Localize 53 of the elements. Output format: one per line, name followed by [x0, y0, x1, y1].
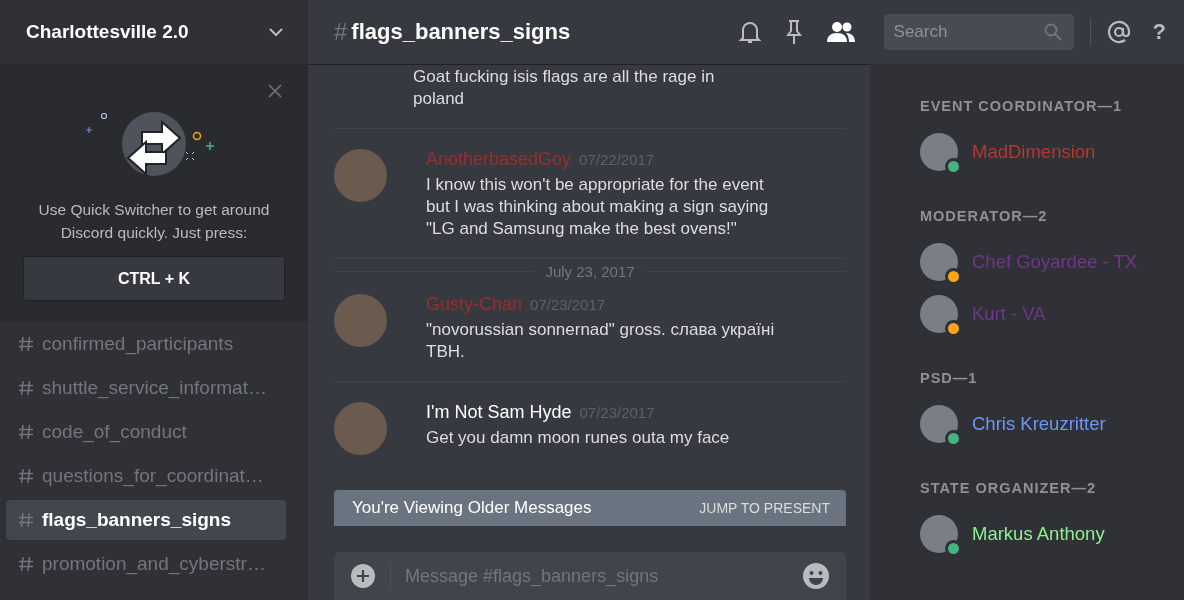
search-icon: [1043, 23, 1062, 41]
role-heading: STATE ORGANIZER—2: [920, 480, 1097, 496]
chevron-down-icon: [268, 27, 284, 37]
shortcut-button[interactable]: CTRL + K: [23, 256, 285, 301]
author-name[interactable]: I'm Not Sam Hyde: [426, 402, 572, 423]
date-divider: July 23, 2017: [545, 263, 635, 280]
older-messages-label: You're Viewing Older Messages: [352, 498, 592, 518]
channel-item[interactable]: promotion_and_cyberstr…: [6, 544, 286, 584]
help-button[interactable]: ?: [1152, 19, 1166, 45]
hash-icon: [18, 556, 34, 572]
hash-icon: [18, 512, 34, 528]
hash-icon: [18, 380, 34, 396]
role-heading: PSD—1: [920, 370, 979, 386]
channel-item[interactable]: questions_for_coordinat…: [6, 456, 286, 496]
channel-item[interactable]: shuttle_service_informat…: [6, 368, 286, 408]
emoji-icon[interactable]: [802, 562, 830, 590]
member-name[interactable]: MadDimension: [972, 141, 1096, 163]
avatar[interactable]: [920, 515, 958, 553]
avatar[interactable]: [920, 133, 958, 171]
channel-item[interactable]: code_of_conduct: [6, 412, 286, 452]
close-icon[interactable]: [268, 84, 282, 98]
member-name[interactable]: Chef Goyardee - TX: [972, 251, 1138, 273]
message-text: "novorussian sonnernad" gross. слава україні ТВН.: [426, 319, 776, 363]
search-field[interactable]: Search: [883, 14, 1074, 50]
server-name: Charlottesville 2.0: [26, 21, 189, 43]
message-text: Goat fucking isis flags are all the rage in poland: [413, 66, 716, 110]
member-name[interactable]: Markus Anthony: [972, 523, 1105, 545]
channel-item[interactable]: confirmed_participants: [6, 324, 286, 364]
channel-hash: #: [334, 18, 348, 46]
avatar[interactable]: [920, 243, 958, 281]
pin-icon[interactable]: [783, 19, 804, 45]
author-name[interactable]: AnotherbasedGoy: [426, 149, 572, 170]
member-name[interactable]: Kurt - VA: [972, 303, 1046, 325]
jump-to-present-link[interactable]: JUMP TO PRESENT: [699, 500, 830, 516]
bell-icon[interactable]: [737, 19, 762, 45]
avatar[interactable]: [920, 295, 958, 333]
channel-title: flags_banners_signs: [351, 19, 571, 45]
hash-icon: [18, 336, 34, 352]
role-heading: EVENT COORDINATOR—1: [920, 98, 1124, 114]
author-name[interactable]: Gusty-Chan: [426, 294, 523, 315]
avatar[interactable]: [920, 405, 958, 443]
channel-item[interactable]: flags_banners_signs: [6, 500, 286, 540]
members-icon[interactable]: [825, 21, 856, 43]
hash-icon: [18, 468, 34, 484]
hash-icon: [18, 424, 34, 440]
mention-icon[interactable]: [1106, 20, 1131, 44]
add-icon[interactable]: [350, 563, 376, 589]
search-input[interactable]: Search: [893, 22, 1044, 42]
role-heading: MODERATOR—2: [920, 208, 1049, 224]
message-text: I know this won't be appropriate for the event but I was thinking about making a sign saying "LG and Samsung make the best ovens!": [426, 174, 770, 240]
message-text: Get you damn moon runes outa my face: [426, 427, 730, 449]
quick-switcher-hint: Use Quick Switcher to get around Discord quickly. Just press:: [37, 200, 271, 243]
member-name[interactable]: Chris Kreuzritter: [972, 413, 1106, 435]
